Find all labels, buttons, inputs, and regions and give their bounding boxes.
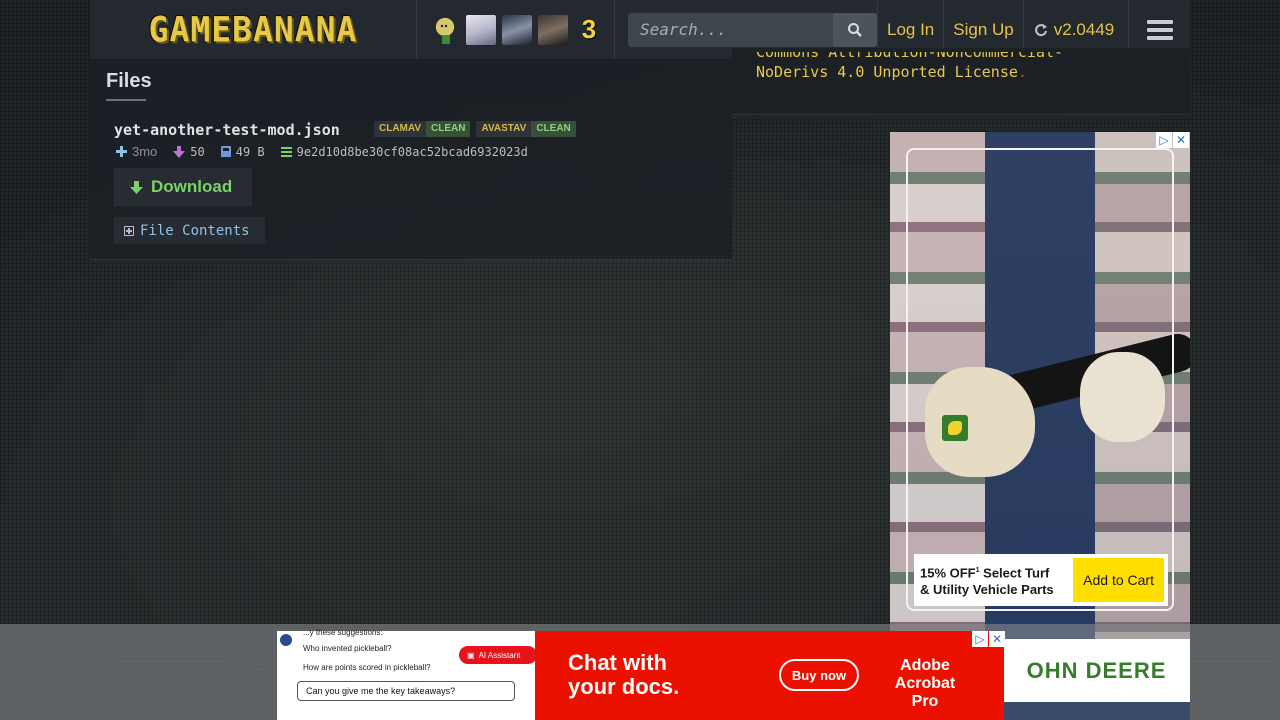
brand-line-1: Adobe — [900, 657, 950, 674]
download-arrow-icon — [130, 180, 143, 194]
checksum-icon — [280, 146, 292, 157]
chat-preview: ...y these suggestions: Who invented pic… — [277, 628, 537, 720]
scan-engine: AVASTAV — [476, 121, 532, 137]
brand-strip-image — [1003, 702, 1190, 720]
headline-line-1: Chat with — [568, 650, 667, 675]
file-checksum-value: 9e2d10d8be30cf08ac52bcad6932023d — [296, 144, 528, 159]
search-icon — [848, 22, 862, 37]
avatar[interactable] — [430, 14, 460, 45]
scan-engine: CLAMAV — [374, 121, 427, 137]
side-advertisement[interactable]: 15% OFF1 Select Turf & Utility Vehicle P… — [890, 132, 1190, 639]
brand-line-2: Acrobat Pro — [894, 675, 956, 710]
license-line-1: Commons Attribution-NonCommercial- — [756, 52, 1064, 61]
license-text: Commons Attribution-NonCommercial- NoDer… — [756, 52, 1176, 82]
chat-icon: ▣ — [467, 650, 475, 660]
file-contents-toggle[interactable]: File Contents — [114, 217, 265, 244]
scan-badges: CLAMAV CLEAN AVASTAV CLEAN — [374, 121, 576, 137]
acrobat-icon — [280, 634, 292, 646]
file-downloads-value: 50 — [190, 144, 205, 159]
scan-badge-avastav: AVASTAV CLEAN — [476, 121, 576, 137]
brand-strip: OHN DEERE — [1003, 639, 1190, 702]
download-button[interactable]: Download — [114, 168, 252, 206]
search-button[interactable] — [833, 12, 877, 47]
avatar-badge: 3 — [581, 14, 597, 44]
heading-underline — [106, 99, 146, 101]
refresh-icon — [1034, 23, 1047, 36]
bottom-advertisement[interactable]: ...y these suggestions: Who invented pic… — [277, 628, 1005, 720]
scan-result: CLEAN — [531, 121, 576, 137]
ad-choices-icon[interactable]: ▷ — [1156, 132, 1172, 148]
files-panel: Files yet-another-test-mod.json CLAMAV C… — [90, 60, 732, 260]
ad-headline: Chat with your docs. — [568, 651, 679, 699]
headline-line-2: your docs. — [568, 674, 680, 699]
search-input[interactable] — [628, 12, 833, 47]
ad-choices-icon[interactable]: ▷ — [972, 631, 988, 647]
chat-input: Can you give me the key takeaways? — [297, 681, 515, 701]
online-users: 3 — [417, 0, 615, 59]
ad-frame — [906, 148, 1174, 611]
license-line-2[interactable]: NoDerivs 4.0 Unported License — [756, 63, 1018, 81]
license-line-2-end: . — [1017, 63, 1027, 81]
ad-close-icon[interactable]: ✕ — [989, 631, 1005, 647]
ai-assistant-badge: ▣ AI Assistant — [459, 646, 537, 664]
avatar[interactable]: 3 — [574, 14, 604, 45]
download-count-icon — [173, 145, 186, 158]
file-downloads: 50 — [173, 144, 205, 159]
avatar[interactable] — [538, 14, 568, 45]
offer-line-1-rest: Select Turf — [979, 565, 1050, 581]
files-heading: Files — [106, 70, 152, 92]
ai-assistant-label: AI Assistant — [478, 650, 521, 660]
avatar[interactable] — [502, 14, 532, 45]
logo-text: GAMEBANANA — [148, 9, 358, 50]
ad-offer: 15% OFF1 Select Turf & Utility Vehicle P… — [914, 554, 1168, 606]
offer-line-2: & Utility Vehicle Parts — [920, 582, 1054, 598]
file-age-value: 3mo — [132, 144, 158, 159]
file-meta: 3mo 50 49 B 9e2d10d8be30cf08ac52bcad6932… — [116, 144, 528, 159]
expand-icon — [124, 225, 134, 236]
adobe-banner: Chat with your docs. Buy now Adobe Acrob… — [535, 631, 1005, 720]
download-label: Download — [151, 177, 233, 196]
buy-now-button[interactable]: Buy now — [779, 659, 859, 691]
file-size-value: 49 B — [235, 144, 265, 159]
hamburger-icon — [1146, 16, 1173, 44]
file-contents-label: File Contents — [140, 222, 250, 239]
file-age: 3mo — [116, 144, 157, 159]
file-size: 49 B — [220, 144, 265, 159]
version-label: v2.0449 — [1053, 19, 1115, 39]
file-name: yet-another-test-mod.json — [114, 121, 340, 139]
file-checksum: 9e2d10d8be30cf08ac52bcad6932023d — [280, 144, 528, 159]
scan-result: CLEAN — [426, 121, 471, 137]
ad-offer-text: 15% OFF1 Select Turf & Utility Vehicle P… — [920, 562, 1054, 598]
file-size-icon — [220, 146, 231, 157]
site-logo[interactable]: GAMEBANANA — [90, 0, 417, 59]
scan-badge-clamav: CLAMAV CLEAN — [374, 121, 471, 137]
avatar[interactable] — [466, 14, 496, 45]
offer-line-1: 15% OFF — [920, 565, 976, 581]
plus-icon — [116, 146, 127, 157]
suggestion-header: ...y these suggestions: — [303, 628, 383, 637]
license-panel: Commons Attribution-NonCommercial- NoDer… — [732, 48, 1190, 115]
chat-input-text: Can you give me the key takeaways? — [306, 686, 456, 696]
suggestion-item: How are points scored in pickleball? — [303, 663, 431, 672]
adobe-brand: Adobe Acrobat Pro — [880, 657, 970, 711]
add-to-cart-button[interactable]: Add to Cart — [1073, 558, 1164, 602]
ad-close-icon[interactable]: ✕ — [1173, 132, 1189, 148]
suggestion-item: Who invented pickleball? — [303, 644, 392, 653]
